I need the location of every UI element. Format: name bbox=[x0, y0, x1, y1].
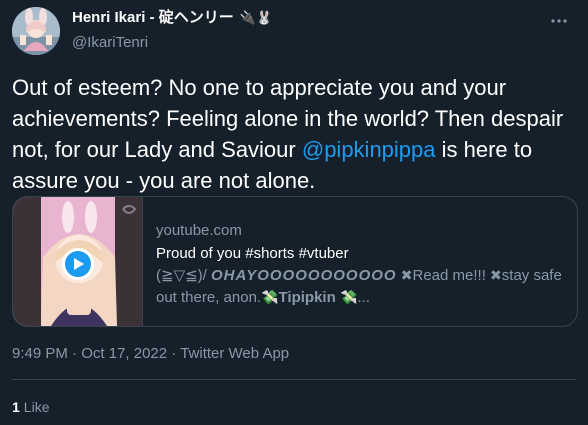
more-horizontal-icon bbox=[551, 19, 567, 23]
cross-mark-icon: ✖ bbox=[400, 268, 413, 284]
desc-face: (≧▽≦)/ bbox=[156, 267, 207, 284]
author-handle[interactable]: @IkariTenri bbox=[72, 35, 272, 50]
play-button[interactable] bbox=[62, 248, 94, 280]
more-button[interactable] bbox=[544, 6, 574, 36]
display-name-text: Henri Ikari - 碇ヘンリー bbox=[72, 9, 234, 26]
card-info: youtube.com Proud of you #shorts #vtuber… bbox=[156, 222, 566, 309]
desc-ellipsis: ... bbox=[357, 289, 370, 306]
card-title: Proud of you #shorts #vtuber bbox=[156, 245, 349, 262]
tweet-meta: 9:49 PM · Oct 17, 2022 · Twitter Web App bbox=[12, 345, 289, 363]
card-domain: youtube.com bbox=[156, 222, 242, 239]
video-thumbnail[interactable] bbox=[13, 197, 143, 326]
divider bbox=[12, 379, 576, 380]
like-count: 1 bbox=[12, 399, 20, 415]
desc-ohay: OHAYOOOOOOOOOOO bbox=[211, 267, 397, 284]
author-display-name[interactable]: Henri Ikari - 碇ヘンリー 🔌🐰 bbox=[72, 10, 272, 25]
tweet-date: Oct 17, 2022 bbox=[81, 345, 168, 362]
link-card[interactable]: youtube.com Proud of you #shorts #vtuber… bbox=[12, 196, 578, 327]
money-wings-icon: 💸 bbox=[339, 290, 358, 306]
card-description: (≧▽≦)/ OHAYOOOOOOOOOOO ✖Read me!!! ✖stay… bbox=[156, 265, 566, 309]
like-label: Like bbox=[23, 399, 50, 415]
avatar[interactable] bbox=[12, 7, 60, 55]
mention-link[interactable]: @pipkinpippa bbox=[302, 137, 436, 162]
tweet-source: Twitter Web App bbox=[180, 345, 290, 362]
cross-mark-icon: ✖ bbox=[490, 268, 502, 284]
play-icon bbox=[74, 258, 84, 270]
tweet-time: 9:49 PM bbox=[12, 345, 68, 362]
desc-tipipkin: Tipipkin bbox=[278, 289, 336, 306]
tweet-time-link[interactable]: 9:49 PM · Oct 17, 2022 bbox=[12, 345, 167, 362]
tweet-text: Out of esteem? No one to appreciate you … bbox=[12, 72, 578, 196]
likes-link[interactable]: 1 Like bbox=[12, 399, 49, 415]
money-wings-icon: 💸 bbox=[261, 290, 279, 306]
meta-separator: · bbox=[67, 345, 82, 362]
author-names: Henri Ikari - 碇ヘンリー 🔌🐰 @IkariTenri bbox=[72, 10, 272, 50]
avatar-image bbox=[12, 7, 60, 55]
meta-separator: · bbox=[167, 345, 181, 362]
plug-rabbit-emoji: 🔌🐰 bbox=[239, 11, 273, 26]
desc-readme: Read me!!! bbox=[412, 267, 486, 284]
tweet: Henri Ikari - 碇ヘンリー 🔌🐰 @IkariTenri Out o… bbox=[0, 0, 588, 425]
